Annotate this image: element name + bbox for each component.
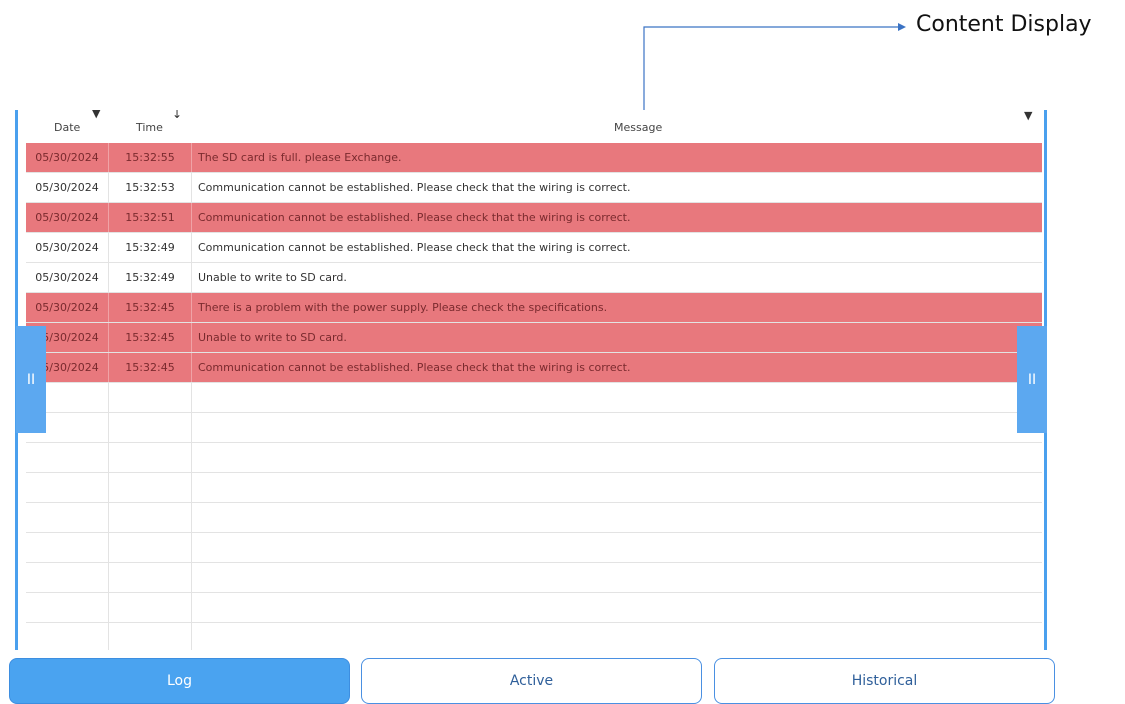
sort-down-icon[interactable]: ▼	[92, 110, 100, 120]
cell-message	[198, 503, 1038, 532]
table-row[interactable]: 05/30/2024 15:32:55 The SD card is full. p…	[26, 143, 1042, 173]
cell-time	[109, 623, 192, 650]
table-row[interactable]	[26, 503, 1042, 533]
scroll-handle-left[interactable]: II	[16, 326, 46, 433]
table-row[interactable]: 05/30/2024 15:32:53 Communication cannot b…	[26, 173, 1042, 203]
cell-time: 15:32:53	[109, 173, 192, 202]
cell-time	[109, 413, 192, 442]
cell-time	[109, 383, 192, 412]
cell-message: Communication cannot be established. Ple…	[198, 211, 631, 224]
cell-message	[198, 623, 1038, 650]
cell-time	[109, 593, 192, 622]
table-row[interactable]	[26, 473, 1042, 503]
table-row[interactable]: 05/30/2024 15:32:45 Unable to write to SD …	[26, 323, 1042, 353]
table-row[interactable]	[26, 563, 1042, 593]
cell-time: 15:32:55	[109, 143, 192, 172]
cell-time	[109, 533, 192, 562]
cell-message: Unable to write to SD card.	[198, 331, 347, 344]
cell-date: 05/30/2024	[26, 233, 109, 262]
cell-date	[26, 623, 109, 650]
cell-date	[26, 473, 109, 502]
cell-message	[198, 413, 1038, 442]
table-row[interactable]	[26, 383, 1042, 413]
handle-grip-icon: II	[26, 371, 36, 388]
cell-message	[198, 383, 1038, 412]
cell-message: There is a problem with the power supply…	[198, 301, 608, 314]
cell-message	[198, 593, 1038, 622]
cell-time: 15:32:51	[109, 203, 192, 232]
column-header-date[interactable]: Date	[54, 121, 80, 134]
cell-message	[198, 443, 1038, 472]
cell-time	[109, 503, 192, 532]
cell-time	[109, 473, 192, 502]
cell-date	[26, 503, 109, 532]
cell-date: 05/30/2024	[26, 263, 109, 292]
cell-message	[198, 473, 1038, 502]
handle-grip-icon: II	[1027, 371, 1037, 388]
cell-message: Communication cannot be established. Ple…	[198, 241, 631, 254]
cell-date	[26, 593, 109, 622]
cell-time: 15:32:45	[109, 293, 192, 322]
cell-message	[198, 533, 1038, 562]
cell-date: 05/30/2024	[26, 203, 109, 232]
cell-date: 05/30/2024	[26, 293, 109, 322]
table-row[interactable]	[26, 593, 1042, 623]
tab-log[interactable]: Log	[9, 658, 350, 704]
cell-message: Unable to write to SD card.	[198, 271, 347, 284]
cell-time: 15:32:45	[109, 353, 192, 382]
tab-active[interactable]: Active	[361, 658, 702, 704]
table-row[interactable]	[26, 413, 1042, 443]
cell-message	[198, 563, 1038, 592]
table-row[interactable]: 05/30/2024 15:32:49 Communication cannot b…	[26, 233, 1042, 263]
cell-message: The SD card is full. please Exchange.	[198, 151, 402, 164]
cell-date	[26, 443, 109, 472]
cell-time: 15:32:49	[109, 263, 192, 292]
sort-arrow-icon[interactable]: ↓	[172, 110, 182, 121]
cell-time	[109, 563, 192, 592]
cell-date: 05/30/2024	[26, 173, 109, 202]
table-header: Date ▼ Time ↓ Message ▼	[26, 110, 1042, 143]
cell-message: Communication cannot be established. Ple…	[198, 181, 631, 194]
table-row[interactable]	[26, 623, 1042, 650]
content-display-panel: Date ▼ Time ↓ Message ▼ 05/30/2024 15:32:…	[15, 110, 1047, 650]
cell-time: 15:32:45	[109, 323, 192, 352]
table-row[interactable]	[26, 533, 1042, 563]
column-header-message[interactable]: Message	[614, 121, 662, 134]
cell-time: 15:32:49	[109, 233, 192, 262]
table-row[interactable]: 05/30/2024 15:32:51 Communication cannot b…	[26, 203, 1042, 233]
cell-date: 05/30/2024	[26, 143, 109, 172]
table-row[interactable]: 05/30/2024 15:32:45 There is a problem wit…	[26, 293, 1042, 323]
cell-date	[26, 563, 109, 592]
table-row[interactable]: 05/30/2024 15:32:49 Unable to write to SD …	[26, 263, 1042, 293]
cell-message: Communication cannot be established. Ple…	[198, 361, 631, 374]
column-header-time[interactable]: Time	[136, 121, 163, 134]
filter-dropdown-icon[interactable]: ▼	[1024, 110, 1032, 122]
table-row[interactable]: 05/30/2024 15:32:45 Communication cannot b…	[26, 353, 1042, 383]
callout-label: Content Display	[916, 12, 1092, 37]
cell-time	[109, 443, 192, 472]
tab-historical[interactable]: Historical	[714, 658, 1055, 704]
cell-date	[26, 533, 109, 562]
table-row[interactable]	[26, 443, 1042, 473]
scroll-handle-right[interactable]: II	[1017, 326, 1047, 433]
log-table: 05/30/2024 15:32:55 The SD card is full. p…	[26, 143, 1042, 650]
